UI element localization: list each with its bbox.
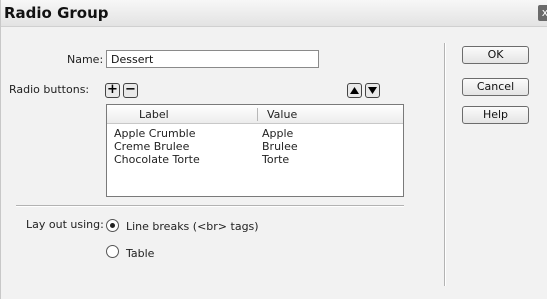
help-button[interactable]: Help <box>462 106 529 124</box>
item-value: Apple <box>262 127 294 140</box>
layout-label: Lay out using: <box>26 218 104 231</box>
radio-table[interactable] <box>106 245 119 258</box>
radio-buttons-label: Radio buttons: <box>9 83 90 96</box>
move-up-icon[interactable] <box>347 83 362 98</box>
ok-button[interactable]: OK <box>462 46 529 64</box>
title-bar[interactable]: Radio Group x <box>1 0 547 27</box>
close-icon[interactable]: x <box>538 5 547 21</box>
name-input[interactable] <box>106 50 319 68</box>
cancel-button[interactable]: Cancel <box>462 78 529 96</box>
name-label: Name: <box>67 53 104 66</box>
column-header-value[interactable]: Value <box>267 108 297 121</box>
move-down-icon[interactable] <box>365 83 380 98</box>
section-divider <box>16 205 404 207</box>
option-line-breaks-label[interactable]: Line breaks (<br> tags) <box>126 220 259 233</box>
option-table-label[interactable]: Table <box>126 247 154 260</box>
remove-icon[interactable]: − <box>123 83 138 98</box>
column-header-label[interactable]: Label <box>139 108 169 121</box>
radio-selected-dot <box>110 223 115 228</box>
item-label: Chocolate Torte <box>114 153 200 166</box>
item-label: Creme Brulee <box>114 140 190 153</box>
item-value: Brulee <box>262 140 298 153</box>
list-item[interactable]: Creme Brulee Brulee <box>107 140 403 153</box>
list-item[interactable]: Chocolate Torte Torte <box>107 153 403 166</box>
radio-line-breaks[interactable] <box>106 219 119 232</box>
item-label: Apple Crumble <box>114 127 196 140</box>
list-header: Label Value <box>107 105 403 124</box>
list-item[interactable]: Apple Crumble Apple <box>107 127 403 140</box>
radio-buttons-list[interactable]: Label Value Apple Crumble Apple Creme Br… <box>106 104 404 197</box>
column-divider[interactable] <box>257 108 258 121</box>
button-column-divider <box>444 43 446 286</box>
radio-group-dialog: Radio Group x Name: Radio buttons: + − L… <box>0 0 547 299</box>
item-value: Torte <box>262 153 290 166</box>
dialog-title: Radio Group <box>4 4 109 22</box>
add-icon[interactable]: + <box>105 83 120 98</box>
